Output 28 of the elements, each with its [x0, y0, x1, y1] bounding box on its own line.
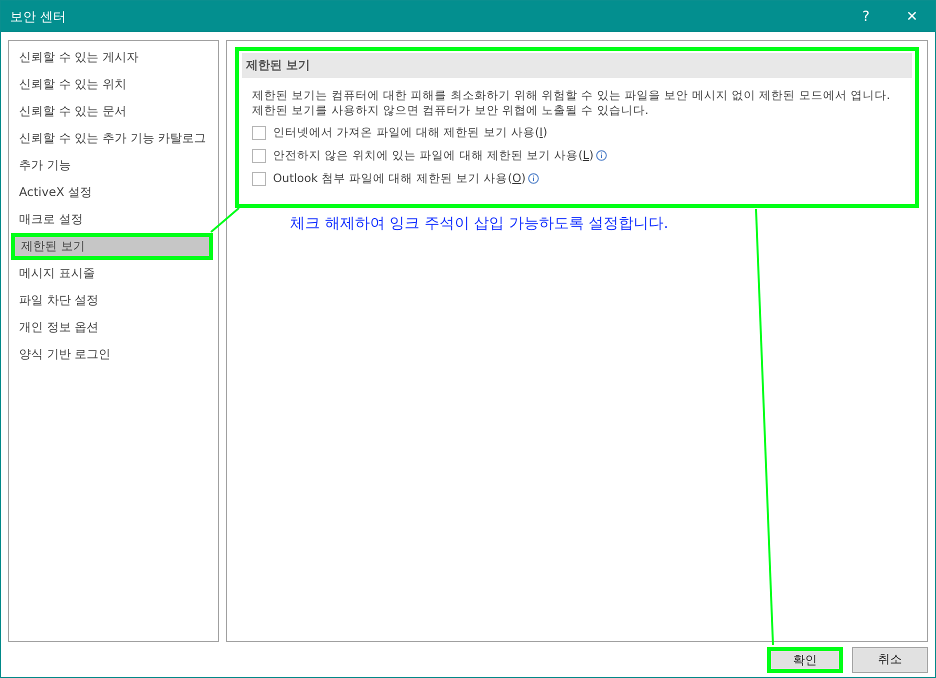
ok-button[interactable]: 확인: [767, 646, 843, 672]
sidebar-item[interactable]: 매크로 설정: [9, 206, 218, 233]
close-button[interactable]: ✕: [889, 1, 935, 32]
checkbox-label: 안전하지 않은 위치에 있는 파일에 대해 제한된 보기 사용(L): [273, 148, 594, 163]
info-icon: [596, 150, 607, 161]
sidebar-item[interactable]: 제한된 보기: [11, 233, 213, 260]
sidebar-item[interactable]: 양식 기반 로그인: [9, 341, 218, 368]
help-button[interactable]: ?: [843, 1, 889, 32]
sidebar-item[interactable]: 개인 정보 옵션: [9, 314, 218, 341]
window-title: 보안 센터: [10, 8, 68, 26]
sidebar-item[interactable]: 신뢰할 수 있는 게시자: [9, 44, 218, 71]
sidebar-item[interactable]: 신뢰할 수 있는 추가 기능 카탈로그: [9, 125, 218, 152]
description-text: 제한된 보기는 컴퓨터에 대한 피해를 최소화하기 위해 위험할 수 있는 파일을 보안 메시지 없이 제한된 모드에서 엽니다. 제한된 보기를 사용하지 않으면 컴퓨터가 보안 위협에 노출될 수 있습니다.: [251, 87, 892, 118]
checkbox-label: 인터넷에서 가져온 파일에 대해 제한된 보기 사용(I): [273, 125, 548, 140]
checkbox[interactable]: [252, 172, 266, 186]
sidebar-item[interactable]: ActiveX 설정: [9, 179, 218, 206]
cancel-button[interactable]: 취소: [852, 646, 928, 672]
sidebar-item[interactable]: 메시지 표시줄: [9, 260, 218, 287]
sidebar-item[interactable]: 신뢰할 수 있는 문서: [9, 98, 218, 125]
checkbox-label: Outlook 첨부 파일에 대해 제한된 보기 사용(O): [273, 171, 526, 186]
sidebar-item[interactable]: 신뢰할 수 있는 위치: [9, 71, 218, 98]
sidebar-item[interactable]: 파일 차단 설정: [9, 287, 218, 314]
checkbox[interactable]: [252, 148, 266, 162]
section-title: 제한된 보기: [242, 53, 912, 78]
sidebar-item[interactable]: 추가 기능: [9, 152, 218, 179]
annotation-text: 체크 해제하여 잉크 주석이 삽입 가능하도록 설정합니다.: [289, 213, 670, 233]
checkbox[interactable]: [252, 126, 266, 140]
info-icon: [528, 173, 539, 184]
